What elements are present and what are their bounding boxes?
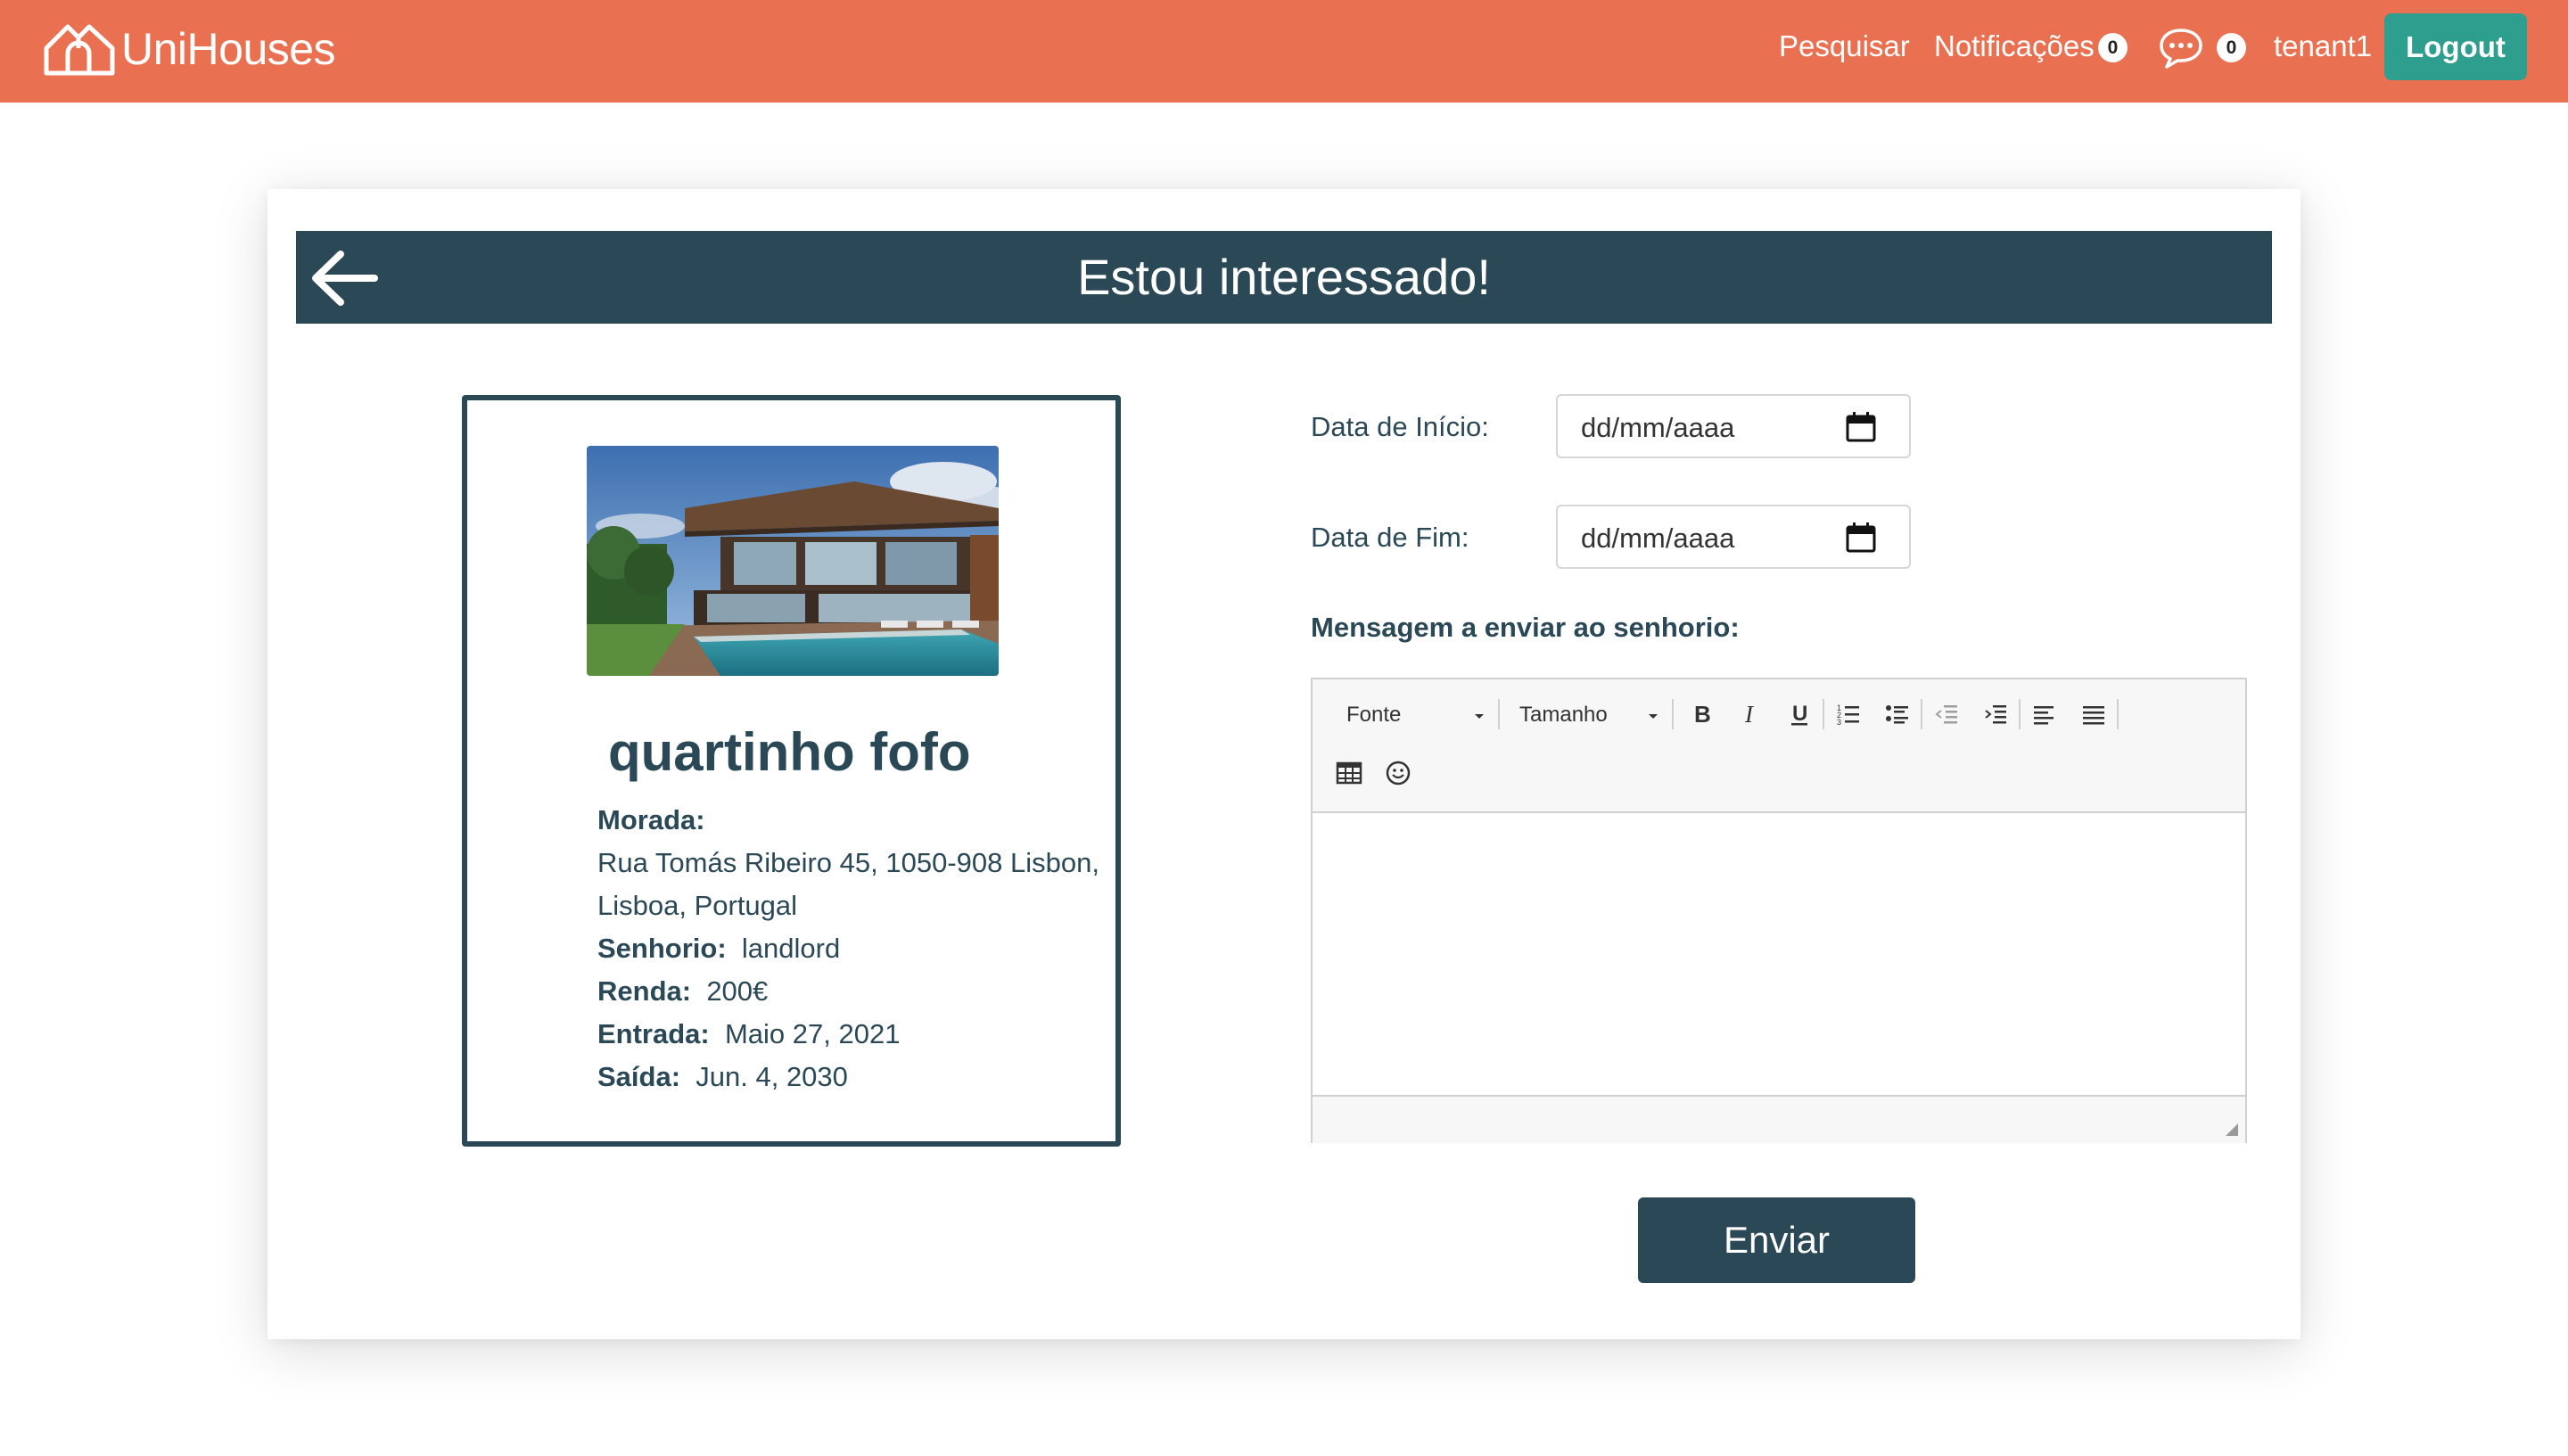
outdent-icon[interactable] xyxy=(1933,701,1960,728)
italic-icon[interactable]: I xyxy=(1737,701,1764,728)
ordered-list-icon[interactable]: 1 2 3 xyxy=(1835,701,1862,728)
exit-label: Saída: xyxy=(597,1061,681,1092)
indent-icon[interactable] xyxy=(1982,701,2009,728)
bold-icon[interactable]: B xyxy=(1688,701,1715,728)
toolbar-divider xyxy=(2117,699,2119,729)
message-label: Mensagem a enviar ao senhorio: xyxy=(1311,612,1740,643)
listing-details: Morada: Rua Tomás Ribeiro 45, 1050-908 L… xyxy=(597,799,1099,1098)
address-line-1: Rua Tomás Ribeiro 45, 1050-908 Lisbon, xyxy=(597,847,1099,878)
chevron-down-icon[interactable] xyxy=(1473,703,1486,729)
nav-search-link[interactable]: Pesquisar xyxy=(1779,29,1910,63)
landlord-label: Senhorio: xyxy=(597,933,727,964)
toolbar-divider xyxy=(1823,699,1824,729)
end-date-input[interactable]: dd/mm/aaaa xyxy=(1556,505,1911,569)
chat-bubble-icon[interactable] xyxy=(2158,27,2204,70)
align-left-icon[interactable] xyxy=(2031,701,2058,728)
toolbar-divider xyxy=(1672,699,1674,729)
rent-value: 200€ xyxy=(706,975,769,1007)
entry-value: Maio 27, 2021 xyxy=(724,1018,901,1049)
address-label: Morada: xyxy=(597,804,705,835)
top-navbar: UniHouses Pesquisar Notificações 0 0 ten… xyxy=(0,0,2568,103)
svg-text:B: B xyxy=(1694,701,1711,728)
entry-label: Entrada: xyxy=(597,1018,710,1049)
nav-notifications-link[interactable]: Notificações xyxy=(1934,29,2095,63)
rich-text-editor: Fonte Tamanho B I U 1 2 3 xyxy=(1311,678,2247,1143)
end-date-placeholder: dd/mm/aaaa xyxy=(1581,522,1735,554)
brand-name: UniHouses xyxy=(121,24,336,74)
editor-statusbar xyxy=(1313,1095,2245,1143)
toolbar-divider xyxy=(2019,699,2021,729)
font-select[interactable]: Fonte xyxy=(1346,703,1401,728)
svg-text:3: 3 xyxy=(1837,718,1841,727)
svg-text:I: I xyxy=(1744,701,1755,728)
svg-text:U: U xyxy=(1792,702,1807,726)
nav-username[interactable]: tenant1 xyxy=(2274,29,2372,63)
rent-label: Renda: xyxy=(597,975,692,1007)
send-button[interactable]: Enviar xyxy=(1638,1197,1915,1283)
listing-card: quartinho fofo Morada: Rua Tomás Ribeiro… xyxy=(462,395,1121,1147)
table-icon[interactable] xyxy=(1336,760,1362,786)
emoji-icon[interactable] xyxy=(1385,760,1412,786)
resize-handle-icon[interactable] xyxy=(2222,1120,2240,1138)
calendar-icon[interactable] xyxy=(1845,522,1877,554)
house-photo xyxy=(587,446,999,676)
logout-button[interactable]: Logout xyxy=(2384,13,2527,80)
end-date-label: Data de Fim: xyxy=(1311,522,1469,553)
chevron-down-icon[interactable] xyxy=(1647,703,1659,729)
start-date-placeholder: dd/mm/aaaa xyxy=(1581,412,1735,443)
exit-value: Jun. 4, 2030 xyxy=(696,1061,848,1092)
landlord-value: landlord xyxy=(741,933,841,964)
page-title: Estou interessado! xyxy=(1077,249,1491,305)
toolbar-divider xyxy=(1498,699,1500,729)
toolbar-divider xyxy=(1921,699,1922,729)
message-editor-area[interactable] xyxy=(1313,813,2245,1093)
calendar-icon[interactable] xyxy=(1845,411,1877,443)
start-date-label: Data de Início: xyxy=(1311,411,1489,442)
start-date-input[interactable]: dd/mm/aaaa xyxy=(1556,394,1911,458)
messages-count-badge: 0 xyxy=(2217,33,2246,62)
house-logo-icon xyxy=(44,24,115,76)
editor-toolbar: Fonte Tamanho B I U 1 2 3 xyxy=(1313,679,2245,813)
address-line-2: Lisboa, Portugal xyxy=(597,890,798,921)
interest-card: Estou interessado! quartinho fofo Morada… xyxy=(268,189,2300,1339)
notifications-count-badge: 0 xyxy=(2098,33,2128,62)
listing-title: quartinho fofo xyxy=(608,722,971,782)
brand-logo[interactable]: UniHouses xyxy=(43,18,336,80)
underline-icon[interactable]: U xyxy=(1786,701,1813,728)
justify-icon[interactable] xyxy=(2080,701,2107,728)
size-select[interactable]: Tamanho xyxy=(1519,703,1608,728)
unordered-list-icon[interactable] xyxy=(1884,701,1911,728)
card-header: Estou interessado! xyxy=(296,231,2272,324)
